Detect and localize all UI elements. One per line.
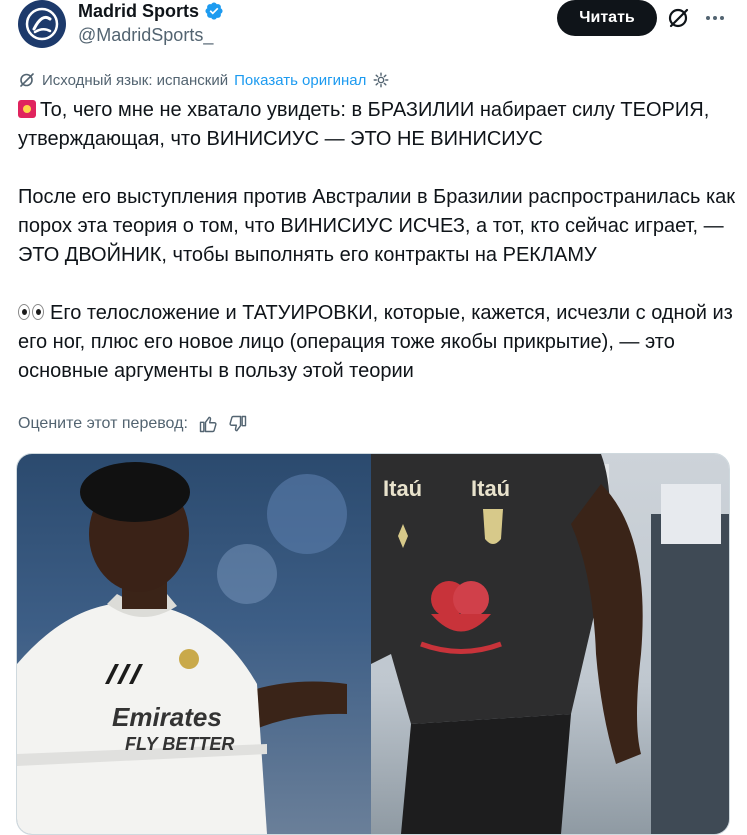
tweet-paragraph-1: То, чего мне не хватало увидеть: в БРАЗИ… <box>18 96 736 154</box>
player-brazil-training-photo: Itaú Itaú <box>371 454 729 834</box>
right-shirt-sponsor-text-1: Itaú <box>383 476 422 501</box>
verified-badge-icon <box>205 2 223 20</box>
media-photo-right: Itaú Itaú <box>371 454 729 834</box>
player-real-madrid-photo: Emirates FLY BETTER <box>17 462 347 834</box>
tweet-paragraph-1-text: То, чего мне не хватало увидеть: в БРАЗИ… <box>18 99 710 150</box>
eyes-emoji-icon <box>18 304 44 320</box>
avatar[interactable] <box>18 0 66 48</box>
display-name[interactable]: Madrid Sports <box>78 0 199 22</box>
madrid-sports-logo-icon <box>25 7 59 41</box>
grok-icon[interactable] <box>666 5 692 31</box>
name-row: Madrid Sports <box>78 0 224 22</box>
thumbs-down-icon[interactable] <box>228 414 248 434</box>
thumbs-up-icon[interactable] <box>198 414 218 434</box>
rate-translation-label: Оцените этот перевод: <box>18 415 188 432</box>
more-horizontal-icon[interactable] <box>702 5 728 31</box>
source-language-label: Исходный язык: испанский <box>42 71 229 89</box>
tweet-header: Madrid Sports @MadridSports_ Читать <box>0 0 747 60</box>
tweet-media[interactable]: Emirates FLY BETTER Itaú Itaú <box>16 453 730 835</box>
handle[interactable]: @MadridSports_ <box>78 24 213 46</box>
siren-emoji-icon <box>18 100 36 118</box>
right-shirt-sponsor-text-2: Itaú <box>471 476 510 501</box>
follow-button[interactable]: Читать <box>557 0 657 36</box>
settings-gear-icon[interactable] <box>372 71 390 89</box>
media-photo-left: Emirates FLY BETTER <box>17 454 371 834</box>
translation-info: Исходный язык: испанский Показать оригин… <box>18 68 390 92</box>
show-original-link[interactable]: Показать оригинал <box>234 72 366 89</box>
tweet-paragraph-3: Его телосложение и ТАТУИРОВКИ, которые, … <box>18 299 736 386</box>
grok-translate-icon <box>20 73 34 87</box>
tweet-paragraph-3-text: Его телосложение и ТАТУИРОВКИ, которые, … <box>18 302 733 382</box>
left-shirt-sponsor-text: Emirates <box>112 702 222 732</box>
tweet-text: То, чего мне не хватало увидеть: в БРАЗИ… <box>18 96 736 386</box>
tweet-paragraph-2: После его выступления против Австралии в… <box>18 186 736 266</box>
rate-translation: Оцените этот перевод: <box>18 412 248 436</box>
left-shirt-sponsor-subtext: FLY BETTER <box>125 734 234 754</box>
